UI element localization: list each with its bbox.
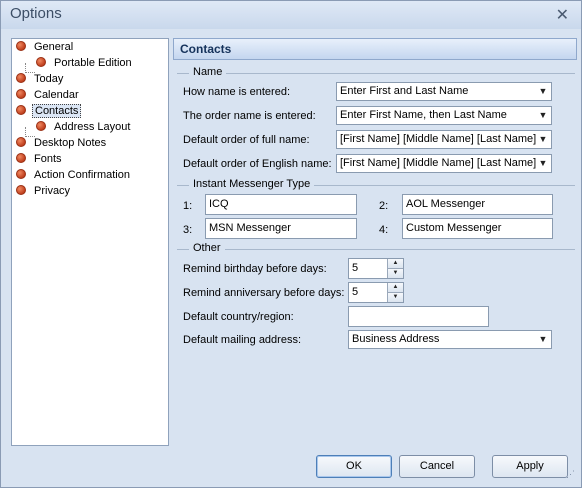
apply-button[interactable]: Apply (492, 455, 568, 478)
country-region-input[interactable] (348, 306, 489, 327)
chevron-down-icon[interactable]: ▼ (535, 107, 551, 124)
select-value: Business Address (352, 333, 440, 345)
bullet-icon (16, 73, 26, 84)
other-group-title: Other (189, 242, 225, 254)
bullet-icon (16, 137, 26, 148)
spin-up-icon[interactable]: ▲ (387, 259, 403, 269)
birthday-reminder-label: Remind birthday before days: (183, 263, 327, 275)
group-separator (177, 73, 575, 74)
bullet-icon (16, 89, 26, 100)
im-3-input[interactable]: MSN Messenger (205, 218, 357, 239)
tree-item-desktop-notes[interactable]: Desktop Notes (16, 136, 108, 151)
im-3-label: 3: (183, 224, 193, 236)
im-4-label: 4: (379, 224, 389, 236)
select-value: [First Name] [Middle Name] [Last Name] (340, 133, 537, 145)
tree-item-label: Portable Edition (54, 57, 132, 69)
im-1-label: 1: (183, 200, 193, 212)
im-4-input[interactable]: Custom Messenger (402, 218, 553, 239)
im-1-input[interactable]: ICQ (205, 194, 357, 215)
tree-item-portable-edition[interactable]: Portable Edition (36, 56, 134, 71)
tree-item-privacy[interactable]: Privacy (16, 184, 72, 199)
birthday-days-stepper[interactable]: 5 ▲ ▼ (348, 258, 404, 279)
input-value: MSN Messenger (209, 222, 291, 234)
title-bar[interactable]: Options ✕ (1, 1, 581, 29)
bullet-icon (16, 153, 26, 164)
stepper-value: 5 (352, 262, 359, 274)
anniversary-days-stepper[interactable]: 5 ▲ ▼ (348, 282, 404, 303)
select-value: Enter First Name, then Last Name (340, 109, 507, 121)
tree-item-label: Action Confirmation (34, 169, 130, 181)
bullet-icon (16, 185, 26, 196)
tree-item-label: Desktop Notes (34, 137, 107, 149)
options-tree: General Portable Edition Today Calendar … (11, 38, 169, 446)
input-value: ICQ (209, 198, 229, 210)
how-name-select[interactable]: Enter First and Last Name ▼ (336, 82, 552, 101)
chevron-down-icon[interactable]: ▼ (535, 155, 551, 172)
group-separator (177, 249, 575, 250)
resize-grip-icon[interactable]: ⋰ (566, 469, 575, 480)
how-name-label: How name is entered: (183, 86, 290, 98)
stepper-value: 5 (352, 286, 359, 298)
mailing-address-label: Default mailing address: (183, 334, 302, 346)
select-value: [First Name] [Middle Name] [Last Name] (340, 157, 537, 169)
ok-button[interactable]: OK (316, 455, 392, 478)
select-value: Enter First and Last Name (340, 85, 469, 97)
tree-item-label: Fonts (34, 153, 62, 165)
tree-item-fonts[interactable]: Fonts (16, 152, 64, 167)
im-2-input[interactable]: AOL Messenger (402, 194, 553, 215)
input-value: AOL Messenger (406, 198, 486, 210)
window-title: Options (10, 5, 62, 22)
close-icon[interactable]: ✕ (556, 5, 569, 25)
tree-item-label: Calendar (34, 89, 79, 101)
anniversary-reminder-label: Remind anniversary before days: (183, 287, 345, 299)
bullet-icon (36, 121, 46, 132)
name-order-label: The order name is entered: (183, 110, 316, 122)
tree-item-contacts[interactable]: Contacts (16, 104, 82, 119)
full-name-order-label: Default order of full name: (183, 134, 310, 146)
options-window: Options ✕ General Portable Edition Today… (0, 0, 582, 488)
spin-down-icon[interactable]: ▼ (387, 269, 403, 278)
input-value: Custom Messenger (406, 222, 502, 234)
tree-item-general[interactable]: General (16, 40, 75, 55)
name-order-select[interactable]: Enter First Name, then Last Name ▼ (336, 106, 552, 125)
tree-item-label: Privacy (34, 185, 71, 197)
bullet-icon (16, 105, 26, 116)
english-name-order-label: Default order of English name: (183, 158, 332, 170)
panel-title: Contacts (180, 42, 232, 56)
im-group-title: Instant Messenger Type (189, 178, 315, 190)
name-group-title: Name (189, 66, 227, 78)
bullet-icon (36, 57, 46, 68)
tree-item-calendar[interactable]: Calendar (16, 88, 81, 103)
full-name-order-select[interactable]: [First Name] [Middle Name] [Last Name] ▼ (336, 130, 552, 149)
english-name-order-select[interactable]: [First Name] [Middle Name] [Last Name] ▼ (336, 154, 552, 173)
dialog-client-area: General Portable Edition Today Calendar … (5, 30, 577, 482)
tree-item-today[interactable]: Today (16, 72, 65, 87)
tree-item-label: Today (34, 73, 64, 85)
tree-item-label: Contacts (32, 104, 82, 118)
country-region-label: Default country/region: (183, 311, 294, 323)
cancel-button[interactable]: Cancel (399, 455, 475, 478)
im-2-label: 2: (379, 200, 389, 212)
chevron-down-icon[interactable]: ▼ (535, 131, 551, 148)
mailing-address-select[interactable]: Business Address ▼ (348, 330, 552, 349)
panel-header: Contacts (173, 38, 577, 60)
tree-item-label: Address Layout (54, 121, 131, 133)
tree-item-action-confirmation[interactable]: Action Confirmation (16, 168, 132, 183)
tree-item-address-layout[interactable]: Address Layout (36, 120, 132, 135)
chevron-down-icon[interactable]: ▼ (535, 83, 551, 100)
bullet-icon (16, 169, 26, 180)
spin-up-icon[interactable]: ▲ (387, 283, 403, 293)
chevron-down-icon[interactable]: ▼ (535, 331, 551, 348)
spin-down-icon[interactable]: ▼ (387, 293, 403, 302)
tree-item-label: General (34, 41, 74, 53)
bullet-icon (16, 41, 26, 52)
